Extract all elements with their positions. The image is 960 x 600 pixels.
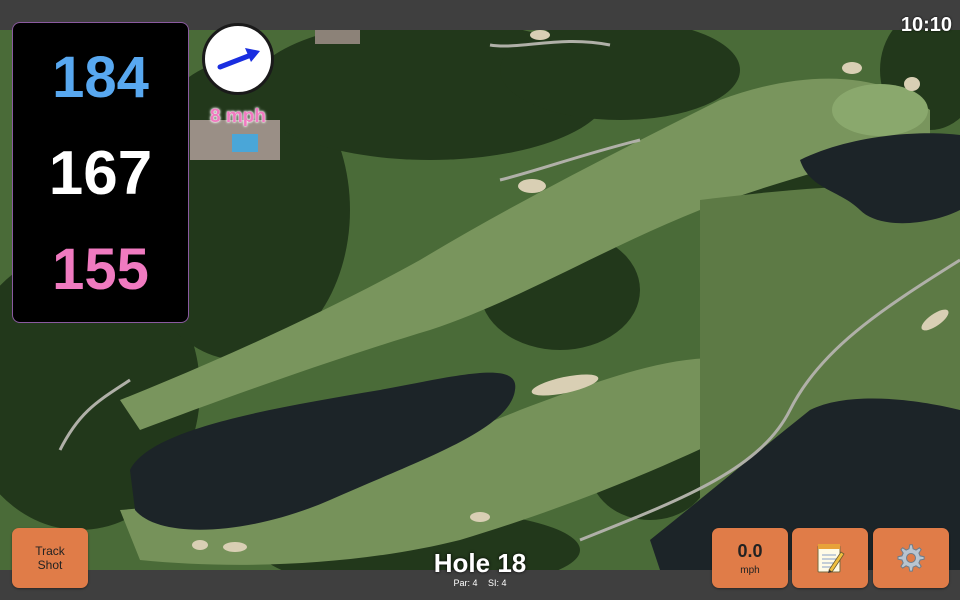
hole-par: Par: 4 <box>453 578 478 588</box>
distance-back: 184 <box>52 45 149 110</box>
hole-info: Hole 18 Par: 4 SI: 4 <box>380 548 580 588</box>
distance-front: 155 <box>52 237 149 302</box>
hole-stroke-index: SI: 4 <box>488 578 507 588</box>
distance-middle: 167 <box>48 139 153 208</box>
wind-direction-arrow-icon <box>217 48 260 70</box>
notes-button[interactable] <box>792 528 868 588</box>
speed-value: 0.0 <box>737 540 763 561</box>
notepad-icon <box>817 544 845 573</box>
clock: 10:10 <box>900 14 952 36</box>
settings-button[interactable] <box>873 528 949 588</box>
speed-unit: mph <box>740 564 760 576</box>
track-shot-label-line2: Shot <box>37 558 63 572</box>
hole-title: Hole 18 <box>433 548 527 578</box>
wind-speed: 8 mph <box>210 106 266 127</box>
track-shot-button[interactable]: Track Shot <box>12 528 88 588</box>
gear-icon <box>897 544 925 572</box>
swing-speed-button[interactable]: 0.0 mph <box>712 528 788 588</box>
track-shot-label-line1: Track <box>35 544 65 558</box>
distance-panel: 184 167 155 <box>12 22 189 323</box>
wind-direction-indicator <box>202 23 274 95</box>
